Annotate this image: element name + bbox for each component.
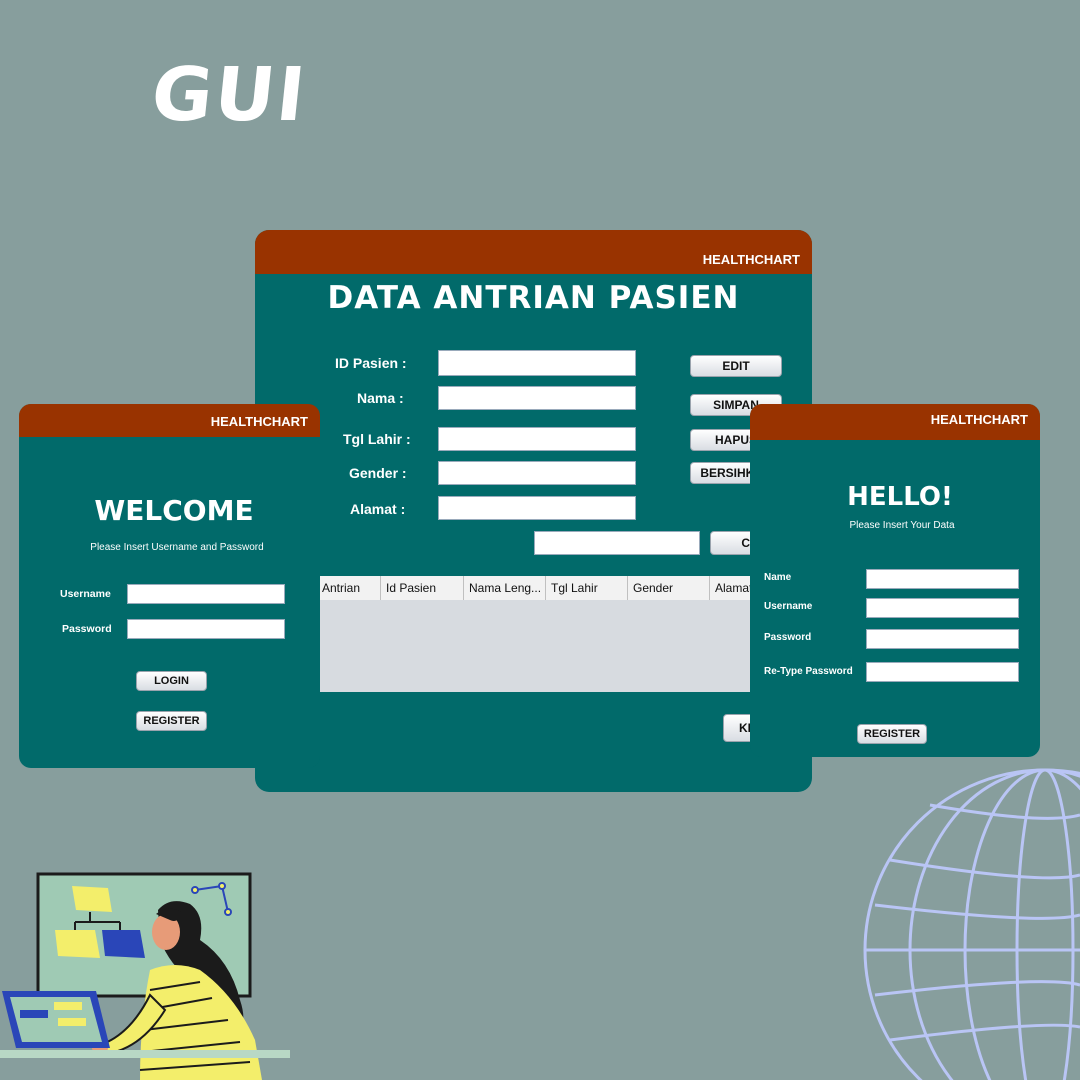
gender-label: Gender : [349, 465, 407, 481]
username-input[interactable] [127, 584, 285, 604]
password-input[interactable] [127, 619, 285, 639]
login-button[interactable]: LOGIN [136, 671, 207, 691]
table-header: Antrian Id Pasien Nama Leng... Tgl Lahir… [317, 576, 812, 601]
tgl-lahir-input[interactable] [438, 427, 636, 451]
id-pasien-input[interactable] [438, 350, 636, 376]
globe-icon [863, 768, 1080, 1080]
password-label: Password [764, 632, 812, 643]
nama-label: Nama : [357, 390, 404, 406]
window-header: HEALTHCHART [255, 230, 812, 274]
brand-label: HEALTHCHART [930, 412, 1028, 427]
window-header: HEALTHCHART [750, 404, 1040, 440]
name-input[interactable] [866, 569, 1019, 589]
nama-input[interactable] [438, 386, 636, 410]
alamat-input[interactable] [438, 496, 636, 520]
patient-queue-window: HEALTHCHART DATA ANTRIAN PASIEN ID Pasie… [255, 230, 812, 792]
edit-button[interactable]: EDIT [690, 355, 782, 377]
alamat-label: Alamat : [350, 501, 406, 517]
column-header[interactable]: Gender [628, 576, 710, 600]
id-pasien-label: ID Pasien : [335, 355, 407, 371]
register-subtitle: Please Insert Your Data [849, 520, 955, 531]
window-header: HEALTHCHART [19, 404, 320, 437]
gender-input[interactable] [438, 461, 636, 485]
patient-table-body[interactable] [317, 600, 812, 692]
brand-label: HEALTHCHART [210, 414, 308, 429]
column-header[interactable]: Tgl Lahir [546, 576, 628, 600]
retype-password-input[interactable] [866, 662, 1019, 682]
login-subtitle: Please Insert Username and Password [90, 542, 264, 553]
page-title: GUI [147, 52, 311, 138]
search-input[interactable] [534, 531, 700, 555]
password-input[interactable] [866, 629, 1019, 649]
register-submit-button[interactable]: REGISTER [857, 724, 927, 744]
hello-heading: HELLO! [847, 482, 953, 512]
column-header[interactable]: Nama Leng... [464, 576, 546, 600]
password-label: Password [62, 623, 112, 635]
column-header[interactable]: Id Pasien [381, 576, 464, 600]
name-label: Name [764, 572, 792, 583]
username-label: Username [60, 588, 111, 600]
tgl-lahir-label: Tgl Lahir : [343, 431, 411, 447]
column-header[interactable]: Antrian [317, 576, 381, 600]
welcome-heading: WELCOME [94, 494, 254, 527]
window-heading: DATA ANTRIAN PASIEN [327, 280, 740, 316]
register-window: HEALTHCHART HELLO! Please Insert Your Da… [750, 404, 1040, 757]
register-button[interactable]: REGISTER [136, 711, 207, 731]
person-at-laptop-illustration [0, 872, 290, 1080]
brand-label: HEALTHCHART [702, 252, 800, 267]
retype-password-label: Re-Type Password [764, 666, 853, 677]
login-window: HEALTHCHART WELCOME Please Insert Userna… [19, 404, 320, 768]
username-input[interactable] [866, 598, 1019, 618]
username-label: Username [764, 601, 813, 612]
